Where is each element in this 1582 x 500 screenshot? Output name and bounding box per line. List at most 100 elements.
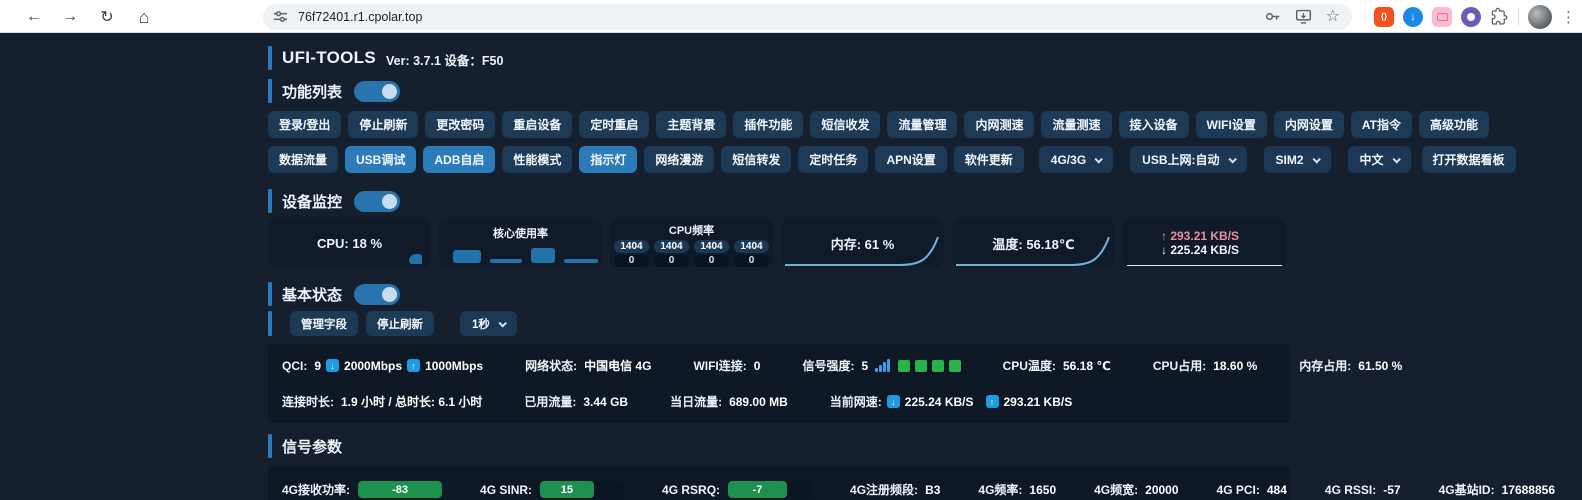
bandwidth-value: 20000 xyxy=(1145,483,1178,497)
code-extension-icon[interactable]: {} xyxy=(1374,7,1394,27)
language-dropdown[interactable]: 中文 xyxy=(1348,146,1411,173)
advanced-function-button[interactable]: 高级功能 xyxy=(1419,111,1489,138)
connect-time-label: 连接时长: xyxy=(282,393,334,410)
version-device-label: Ver: 3.7.1 设备：F50 xyxy=(386,50,503,69)
core-usage-title: 核心使用率 xyxy=(493,225,548,241)
rssi-label: 4G RSSI: xyxy=(1325,483,1376,497)
password-key-icon[interactable] xyxy=(1264,8,1281,25)
cpu-temp-label: CPU温度: xyxy=(1003,357,1056,374)
signal-level-squares xyxy=(898,360,961,372)
address-bar[interactable]: 76f72401.r1.cpolar.top ☆ xyxy=(263,4,1352,30)
accent-bar xyxy=(268,46,272,70)
bookmark-star-icon[interactable]: ☆ xyxy=(1326,9,1340,25)
section-title-signal-params: 信号参数 xyxy=(282,436,342,457)
cpu-usage-label: CPU占用: xyxy=(1153,357,1206,374)
change-password-button[interactable]: 更改密码 xyxy=(425,111,495,138)
scheduled-reboot-button[interactable]: 定时重启 xyxy=(579,111,649,138)
indicator-light-button[interactable]: 指示灯 xyxy=(579,146,637,173)
open-dashboard-button[interactable]: 打开数据看板 xyxy=(1422,146,1516,173)
purple-extension-icon[interactable] xyxy=(1461,7,1481,27)
lan-settings-button[interactable]: 内网设置 xyxy=(1274,111,1344,138)
home-icon[interactable]: ⌂ xyxy=(132,5,156,29)
traffic-manage-button[interactable]: 流量管理 xyxy=(887,111,957,138)
connect-time-value: 1.9 小时 / 总时长: 6.1 小时 xyxy=(341,393,482,410)
adb-autostart-button[interactable]: ADB自启 xyxy=(423,146,495,173)
sms-forward-button[interactable]: 短信转发 xyxy=(721,146,791,173)
forward-icon[interactable]: → xyxy=(58,5,82,29)
lan-speedtest-button[interactable]: 内网测速 xyxy=(964,111,1034,138)
reboot-device-button[interactable]: 重启设备 xyxy=(502,111,572,138)
band-label: 4G注册频段: xyxy=(850,481,918,498)
network-status-label: 网络状态: xyxy=(525,357,577,374)
plugin-function-button[interactable]: 插件功能 xyxy=(733,111,803,138)
section-device-monitor: 设备监控 xyxy=(268,189,1308,213)
today-traffic-label: 当日流量: xyxy=(670,393,722,410)
refresh-interval-dropdown[interactable]: 1秒 xyxy=(460,311,517,336)
at-command-button[interactable]: AT指令 xyxy=(1351,111,1412,138)
pci-value: 484 xyxy=(1267,483,1287,497)
manage-fields-button[interactable]: 管理字段 xyxy=(290,311,358,336)
section-function-list: 功能列表 xyxy=(268,79,1308,103)
bilibili-extension-icon[interactable] xyxy=(1432,7,1452,27)
accent-bar xyxy=(268,189,272,213)
band-item: 4G注册频段: B3 xyxy=(850,481,940,498)
downloader-extension-icon[interactable]: ↓ xyxy=(1403,7,1423,27)
url-text[interactable]: 76f72401.r1.cpolar.top xyxy=(298,10,1264,24)
mem-usage-value: 61.50 % xyxy=(1358,359,1402,373)
roaming-button[interactable]: 网络漫游 xyxy=(644,146,714,173)
device-monitor-toggle[interactable] xyxy=(354,191,400,212)
freq-value: 1650 xyxy=(1029,483,1056,497)
up-rate-value: 1000Mbps xyxy=(425,359,483,373)
mem-usage-item: 内存占用: 61.50 % xyxy=(1299,357,1402,374)
used-traffic-label: 已用流量: xyxy=(524,393,576,410)
performance-mode-button[interactable]: 性能模式 xyxy=(502,146,572,173)
network-speed-card: ↑ 293.21 KB/S ↓ 225.24 KB/S xyxy=(1123,219,1286,267)
sinr-bar: 15 xyxy=(540,481,624,498)
stop-refresh-status-button[interactable]: 停止刷新 xyxy=(366,311,434,336)
basic-status-toggle[interactable] xyxy=(354,284,400,305)
extensions-puzzle-icon[interactable] xyxy=(1490,7,1509,26)
reload-icon[interactable]: ↻ xyxy=(95,5,119,29)
rx-power-value: -83 xyxy=(358,481,442,498)
connected-devices-button[interactable]: 接入设备 xyxy=(1119,111,1189,138)
stop-refresh-button[interactable]: 停止刷新 xyxy=(348,111,418,138)
apn-settings-button[interactable]: APN设置 xyxy=(875,146,946,173)
software-update-button[interactable]: 软件更新 xyxy=(954,146,1024,173)
usb-debug-button[interactable]: USB调试 xyxy=(345,146,416,173)
signal-bars-icon xyxy=(875,359,890,372)
network-mode-dropdown[interactable]: 4G/3G xyxy=(1039,146,1113,173)
usb-net-dropdown[interactable]: USB上网:自动 xyxy=(1130,146,1246,173)
cpu-freq-values: 1404 1404 1404 1404 xyxy=(614,240,769,253)
freq-zero: 0 xyxy=(694,255,729,267)
cpu-freq-min-values: 0 0 0 0 xyxy=(614,255,769,267)
wifi-settings-button[interactable]: WIFI设置 xyxy=(1196,111,1267,138)
basic-status-controls: 管理字段 停止刷新 1秒 xyxy=(268,311,1308,336)
theme-background-button[interactable]: 主题背景 xyxy=(656,111,726,138)
install-app-icon[interactable] xyxy=(1295,8,1312,25)
scheduled-task-button[interactable]: 定时任务 xyxy=(798,146,868,173)
sim-dropdown[interactable]: SIM2 xyxy=(1264,146,1331,173)
current-down-speed: 225.24 KB/S xyxy=(905,395,974,409)
signal-params-row: 4G接收功率: -83 4G SINR: 15 4G RSRQ: -7 4G注册… xyxy=(282,481,1276,498)
data-traffic-button[interactable]: 数据流量 xyxy=(268,146,338,173)
back-icon[interactable]: ← xyxy=(22,5,46,29)
memory-mini-chart xyxy=(781,219,944,267)
traffic-speedtest-button[interactable]: 流量测速 xyxy=(1041,111,1111,138)
network-mode-value: 4G/3G xyxy=(1051,153,1086,167)
memory-card: 内存: 61 % xyxy=(781,219,944,267)
freq-value: 1404 xyxy=(694,240,729,253)
profile-avatar[interactable] xyxy=(1528,5,1552,29)
chevron-down-icon xyxy=(1392,155,1400,163)
browser-toolbar: ← → ↻ ⌂ 76f72401.r1.cpolar.top ☆ xyxy=(0,0,1582,33)
browser-menu-icon[interactable]: ⋮ xyxy=(1561,8,1576,26)
rsrq-bar: -7 xyxy=(728,481,812,498)
sms-button[interactable]: 短信收发 xyxy=(810,111,880,138)
monitor-cards: CPU: 18 % 核心使用率 CPU频率 1404 1404 1404 140… xyxy=(268,219,1308,267)
site-settings-icon[interactable] xyxy=(273,9,288,24)
login-logout-button[interactable]: 登录/登出 xyxy=(268,111,341,138)
function-list-toggle[interactable] xyxy=(354,81,400,102)
upload-speed-value: ↑ 293.21 KB/S xyxy=(1161,229,1239,243)
section-title-device-monitor: 设备监控 xyxy=(282,191,342,212)
accent-bar xyxy=(268,282,272,306)
rssi-value: -57 xyxy=(1383,483,1400,497)
